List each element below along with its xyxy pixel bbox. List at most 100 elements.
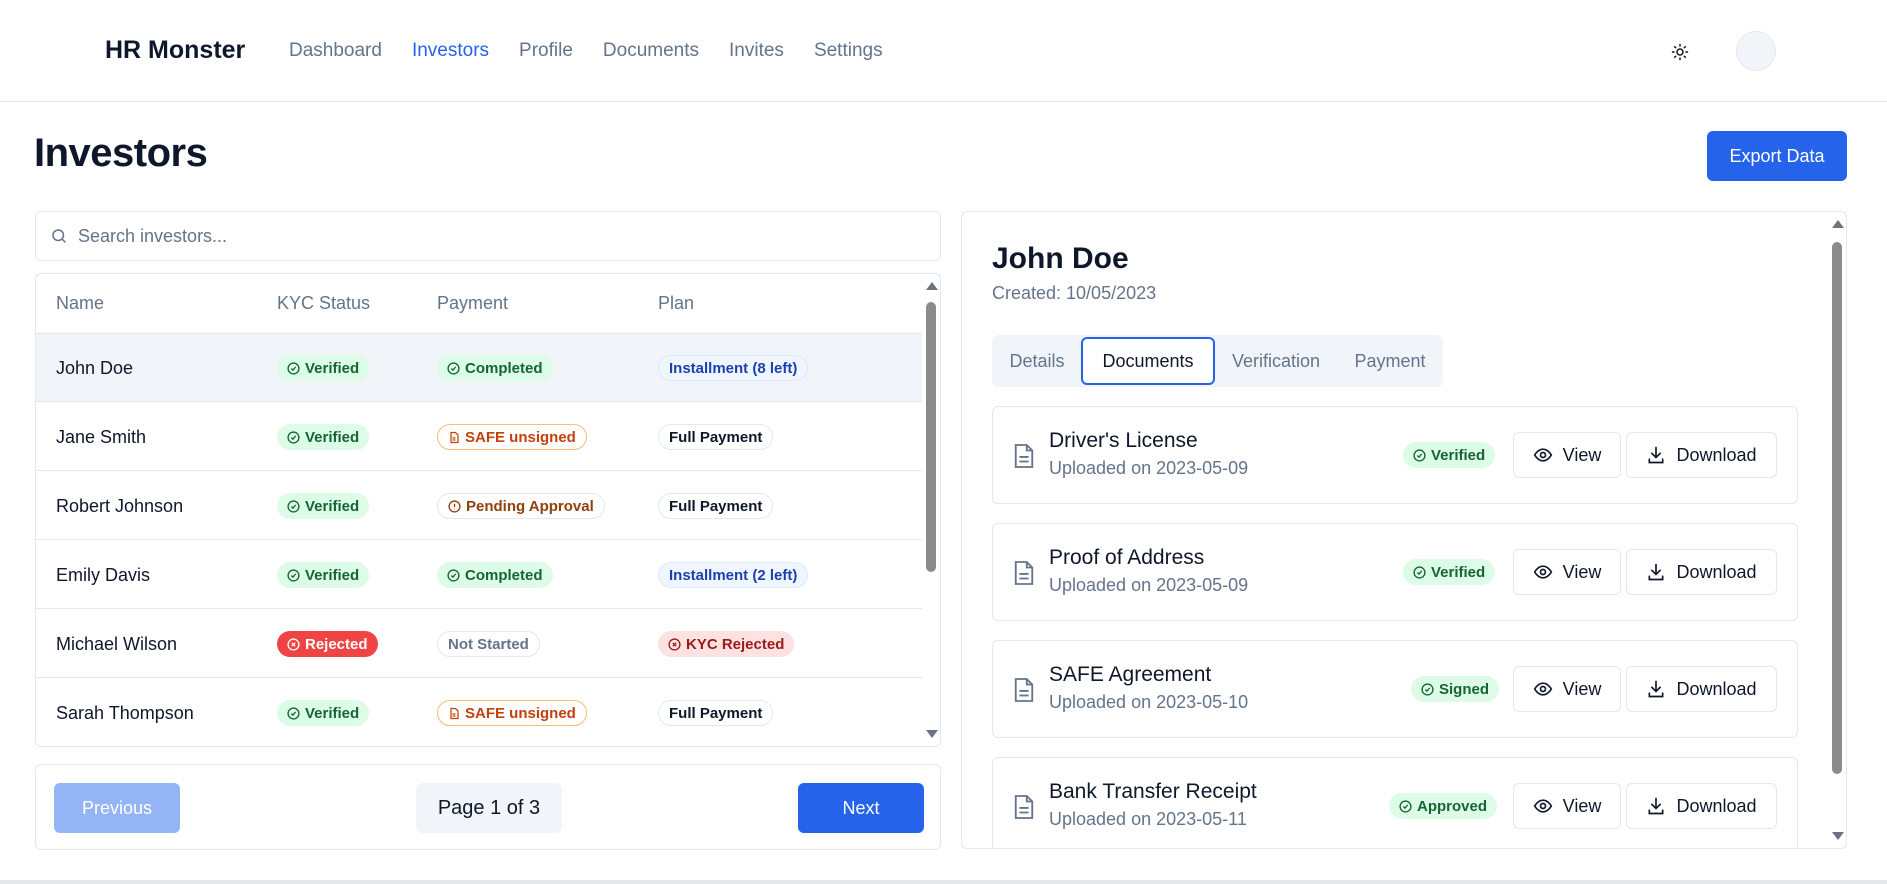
- scrollbar-thumb[interactable]: [926, 302, 936, 572]
- nav-item-documents[interactable]: Documents: [603, 40, 699, 62]
- check-circle-icon: [287, 430, 300, 444]
- document-title: Bank Transfer Receipt: [1049, 780, 1257, 803]
- eye-icon: [1533, 565, 1552, 579]
- table-row[interactable]: Sarah Thompson Verified SAFE unsigned Fu…: [36, 679, 922, 746]
- download-icon: [1648, 563, 1664, 581]
- payment-status-badge: SAFE unsigned: [437, 424, 587, 450]
- plan-badge: Installment (2 left): [658, 562, 809, 588]
- detail-scrollbar[interactable]: [1828, 212, 1846, 848]
- theme-toggle-button[interactable]: [1668, 40, 1692, 64]
- nav-item-invites[interactable]: Invites: [729, 40, 784, 62]
- download-document-button[interactable]: Download: [1626, 666, 1777, 712]
- document-status-badge: Approved: [1389, 793, 1498, 819]
- document-status-label: Verified: [1431, 563, 1486, 581]
- payment-status-label: Pending Approval: [466, 497, 594, 515]
- main-nav: Dashboard Investors Profile Documents In…: [289, 40, 913, 62]
- column-header-kyc-status[interactable]: KYC Status: [277, 293, 370, 314]
- view-document-button[interactable]: View: [1513, 783, 1621, 829]
- investor-detail-panel: John Doe Created: 10/05/2023 Details Doc…: [961, 211, 1847, 849]
- kyc-status-badge: Verified: [277, 700, 370, 726]
- previous-page-button[interactable]: Previous: [54, 783, 180, 833]
- download-icon: [1648, 446, 1664, 464]
- nav-item-settings[interactable]: Settings: [814, 40, 883, 62]
- check-circle-icon: [1413, 565, 1426, 579]
- tab-details[interactable]: Details: [992, 335, 1082, 387]
- download-icon: [1648, 680, 1664, 698]
- user-avatar[interactable]: [1736, 31, 1776, 71]
- document-card: Driver's License Uploaded on 2023-05-09 …: [992, 406, 1798, 504]
- document-icon: [450, 707, 459, 719]
- check-circle-icon: [447, 568, 460, 582]
- payment-status-badge: SAFE unsigned: [437, 700, 587, 726]
- scroll-up-arrow-icon[interactable]: [926, 282, 938, 290]
- page-title: Investors: [34, 131, 208, 175]
- search-icon: [52, 229, 66, 243]
- investors-table: Name KYC Status Payment Plan John Doe Ve…: [35, 273, 941, 747]
- table-row[interactable]: Michael Wilson Rejected Not Started KYC …: [36, 610, 922, 678]
- scroll-down-arrow-icon[interactable]: [1832, 832, 1844, 840]
- nav-item-investors[interactable]: Investors: [412, 40, 489, 62]
- investor-name: John Doe: [56, 357, 134, 378]
- download-label: Download: [1676, 561, 1757, 582]
- nav-item-profile[interactable]: Profile: [519, 40, 573, 62]
- plan-badge: KYC Rejected: [658, 631, 795, 657]
- column-header-payment[interactable]: Payment: [437, 293, 508, 314]
- eye-icon: [1533, 448, 1552, 462]
- file-icon: [1014, 678, 1034, 702]
- nav-item-dashboard[interactable]: Dashboard: [289, 40, 382, 62]
- payment-status-label: Completed: [465, 566, 543, 584]
- column-header-plan[interactable]: Plan: [658, 293, 694, 314]
- kyc-status-badge: Verified: [277, 355, 370, 381]
- table-header: Name KYC Status Payment Plan: [36, 274, 922, 334]
- next-page-button[interactable]: Next: [798, 783, 924, 833]
- table-row[interactable]: John Doe Verified Completed Installment …: [36, 334, 922, 402]
- payment-status-badge: Pending Approval: [437, 493, 605, 519]
- payment-status-badge: Not Started: [437, 631, 540, 657]
- view-document-button[interactable]: View: [1513, 549, 1621, 595]
- check-circle-icon: [287, 568, 300, 582]
- investor-name: Jane Smith: [56, 426, 147, 447]
- check-circle-icon: [287, 706, 300, 720]
- view-document-button[interactable]: View: [1513, 432, 1621, 478]
- document-upload-date: Uploaded on 2023-05-10: [1049, 692, 1249, 712]
- tab-payment[interactable]: Payment: [1337, 335, 1443, 387]
- search-input[interactable]: [78, 225, 898, 247]
- download-label: Download: [1676, 795, 1757, 816]
- column-header-name[interactable]: Name: [56, 293, 104, 314]
- table-row[interactable]: Jane Smith Verified SAFE unsigned Full P…: [36, 403, 922, 471]
- investor-name: Sarah Thompson: [56, 702, 194, 723]
- document-card: Bank Transfer Receipt Uploaded on 2023-0…: [992, 757, 1798, 848]
- check-circle-icon: [447, 361, 460, 375]
- tab-documents[interactable]: Documents: [1081, 337, 1215, 385]
- download-document-button[interactable]: Download: [1626, 783, 1777, 829]
- kyc-status-badge: Verified: [277, 562, 370, 588]
- download-document-button[interactable]: Download: [1626, 432, 1777, 478]
- scrollbar-thumb[interactable]: [1832, 242, 1842, 774]
- kyc-status-badge: Verified: [277, 493, 370, 519]
- window-bottom-edge: [0, 880, 1887, 884]
- document-card: SAFE Agreement Uploaded on 2023-05-10 Si…: [992, 640, 1798, 738]
- payment-status-label: Completed: [465, 359, 543, 377]
- scroll-down-arrow-icon[interactable]: [926, 730, 938, 738]
- view-document-button[interactable]: View: [1513, 666, 1621, 712]
- search-box: [35, 211, 941, 261]
- check-circle-icon: [1399, 799, 1412, 813]
- document-card: Proof of Address Uploaded on 2023-05-09 …: [992, 523, 1798, 621]
- investor-detail-name: John Doe: [992, 242, 1129, 275]
- document-title: Driver's License: [1049, 429, 1198, 452]
- investor-name: Robert Johnson: [56, 495, 184, 516]
- alert-circle-icon: [448, 499, 461, 513]
- table-row[interactable]: Robert Johnson Verified Pending Approval…: [36, 472, 922, 540]
- kyc-status-label: Verified: [305, 704, 360, 722]
- table-row[interactable]: Emily Davis Verified Completed Installme…: [36, 541, 922, 609]
- scroll-up-arrow-icon[interactable]: [1832, 220, 1844, 228]
- download-document-button[interactable]: Download: [1626, 549, 1777, 595]
- x-circle-icon: [668, 637, 681, 651]
- brand-logo[interactable]: HR Monster: [105, 36, 245, 65]
- plan-badge: Full Payment: [658, 700, 774, 726]
- document-status-label: Verified: [1431, 446, 1486, 464]
- file-icon: [1014, 795, 1034, 819]
- table-scrollbar[interactable]: [922, 274, 940, 746]
- tab-verification[interactable]: Verification: [1215, 335, 1337, 387]
- export-data-button[interactable]: Export Data: [1707, 131, 1847, 181]
